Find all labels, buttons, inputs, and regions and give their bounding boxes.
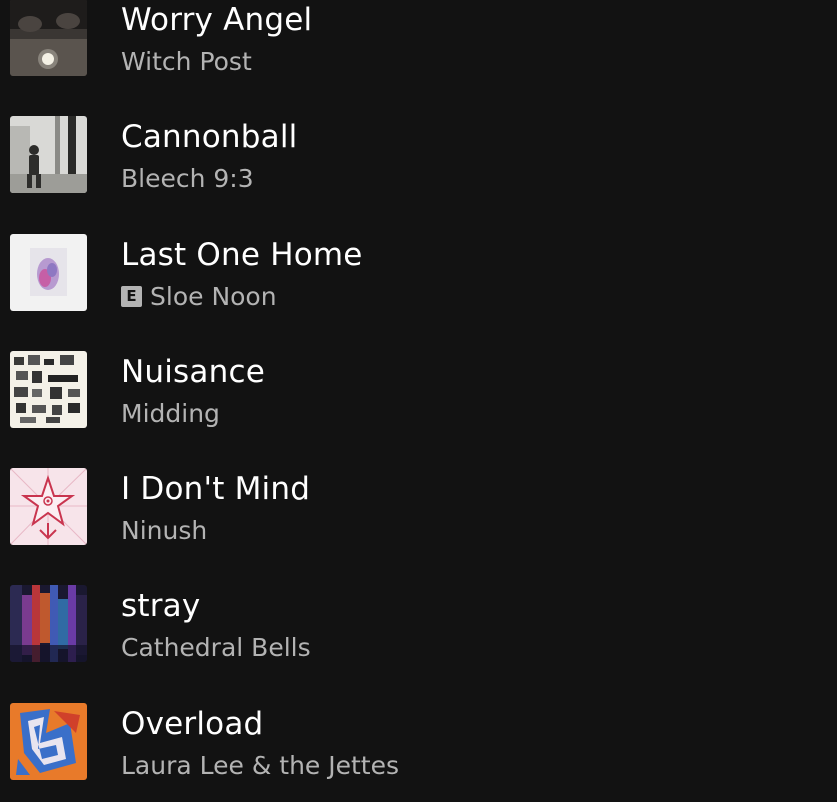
artist-name[interactable]: Bleech 9:3 bbox=[121, 164, 254, 193]
artist-name[interactable]: Sloe Noon bbox=[150, 282, 277, 311]
track-row[interactable]: I Don't Mind Ninush bbox=[0, 450, 837, 567]
album-art-nuisance bbox=[10, 350, 87, 428]
track-list: Worry Angel Witch Post Cannonball Bleech… bbox=[0, 0, 837, 802]
track-title[interactable]: Cannonball bbox=[121, 119, 297, 155]
track-row[interactable]: Overload Laura Lee & the Jettes bbox=[0, 685, 837, 802]
track-title[interactable]: stray bbox=[121, 588, 200, 624]
artist-name[interactable]: Witch Post bbox=[121, 47, 252, 76]
album-art-i-dont-mind bbox=[10, 468, 87, 546]
artist-name[interactable]: Laura Lee & the Jettes bbox=[121, 751, 399, 780]
album-art-last-one-home bbox=[10, 233, 87, 311]
track-row[interactable]: Nuisance Midding bbox=[0, 333, 837, 450]
artist-name[interactable]: Midding bbox=[121, 399, 220, 428]
explicit-badge: E bbox=[121, 285, 142, 307]
track-title[interactable]: Nuisance bbox=[121, 354, 265, 390]
track-title[interactable]: Last One Home bbox=[121, 237, 363, 273]
artist-name[interactable]: Cathedral Bells bbox=[121, 633, 311, 662]
track-artist[interactable]: E Sloe Noon bbox=[121, 282, 277, 311]
album-art-stray bbox=[10, 585, 87, 663]
track-artist[interactable]: Midding bbox=[121, 399, 220, 428]
track-row[interactable]: stray Cathedral Bells bbox=[0, 567, 837, 684]
album-art-worry-angel bbox=[10, 0, 87, 76]
track-title[interactable]: Worry Angel bbox=[121, 2, 312, 38]
track-title[interactable]: Overload bbox=[121, 706, 263, 742]
track-artist[interactable]: Bleech 9:3 bbox=[121, 164, 254, 193]
track-row[interactable]: Last One Home E Sloe Noon bbox=[0, 216, 837, 333]
track-title[interactable]: I Don't Mind bbox=[121, 471, 310, 507]
album-art-overload bbox=[10, 702, 87, 780]
album-art-cannonball bbox=[10, 116, 87, 194]
artist-name[interactable]: Ninush bbox=[121, 516, 207, 545]
track-row[interactable]: Worry Angel Witch Post bbox=[0, 0, 837, 98]
track-artist[interactable]: Laura Lee & the Jettes bbox=[121, 751, 399, 780]
track-row[interactable]: Cannonball Bleech 9:3 bbox=[0, 98, 837, 215]
track-artist[interactable]: Ninush bbox=[121, 516, 207, 545]
track-artist[interactable]: Witch Post bbox=[121, 47, 252, 76]
track-artist[interactable]: Cathedral Bells bbox=[121, 633, 311, 662]
